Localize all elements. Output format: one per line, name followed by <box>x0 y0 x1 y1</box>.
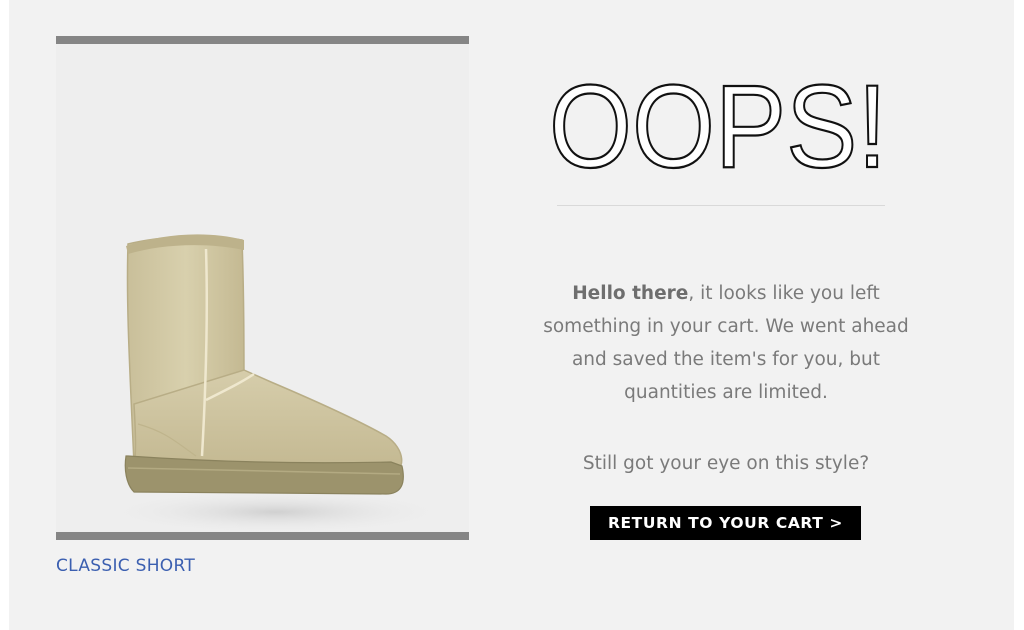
oops-headline-text: OOPS! <box>549 68 887 180</box>
email-page: CLASSIC SHORT OOPS! Hello there, it look… <box>0 0 1024 630</box>
message-greeting: Hello there <box>572 283 689 304</box>
product-frame[interactable] <box>56 36 469 540</box>
frame-bar-bottom <box>56 532 469 540</box>
product-name-link[interactable]: CLASSIC SHORT <box>56 556 195 576</box>
frame-bar-top <box>56 36 469 44</box>
oops-headline: OOPS! <box>548 68 888 180</box>
boot-image[interactable] <box>56 44 469 532</box>
headline-divider <box>557 205 885 206</box>
message-text: Hello there, it looks like you left some… <box>540 277 912 409</box>
return-to-cart-button[interactable]: RETURN TO YOUR CART > <box>590 506 861 540</box>
boot-shadow <box>101 490 451 532</box>
style-question: Still got your eye on this style? <box>582 453 870 474</box>
